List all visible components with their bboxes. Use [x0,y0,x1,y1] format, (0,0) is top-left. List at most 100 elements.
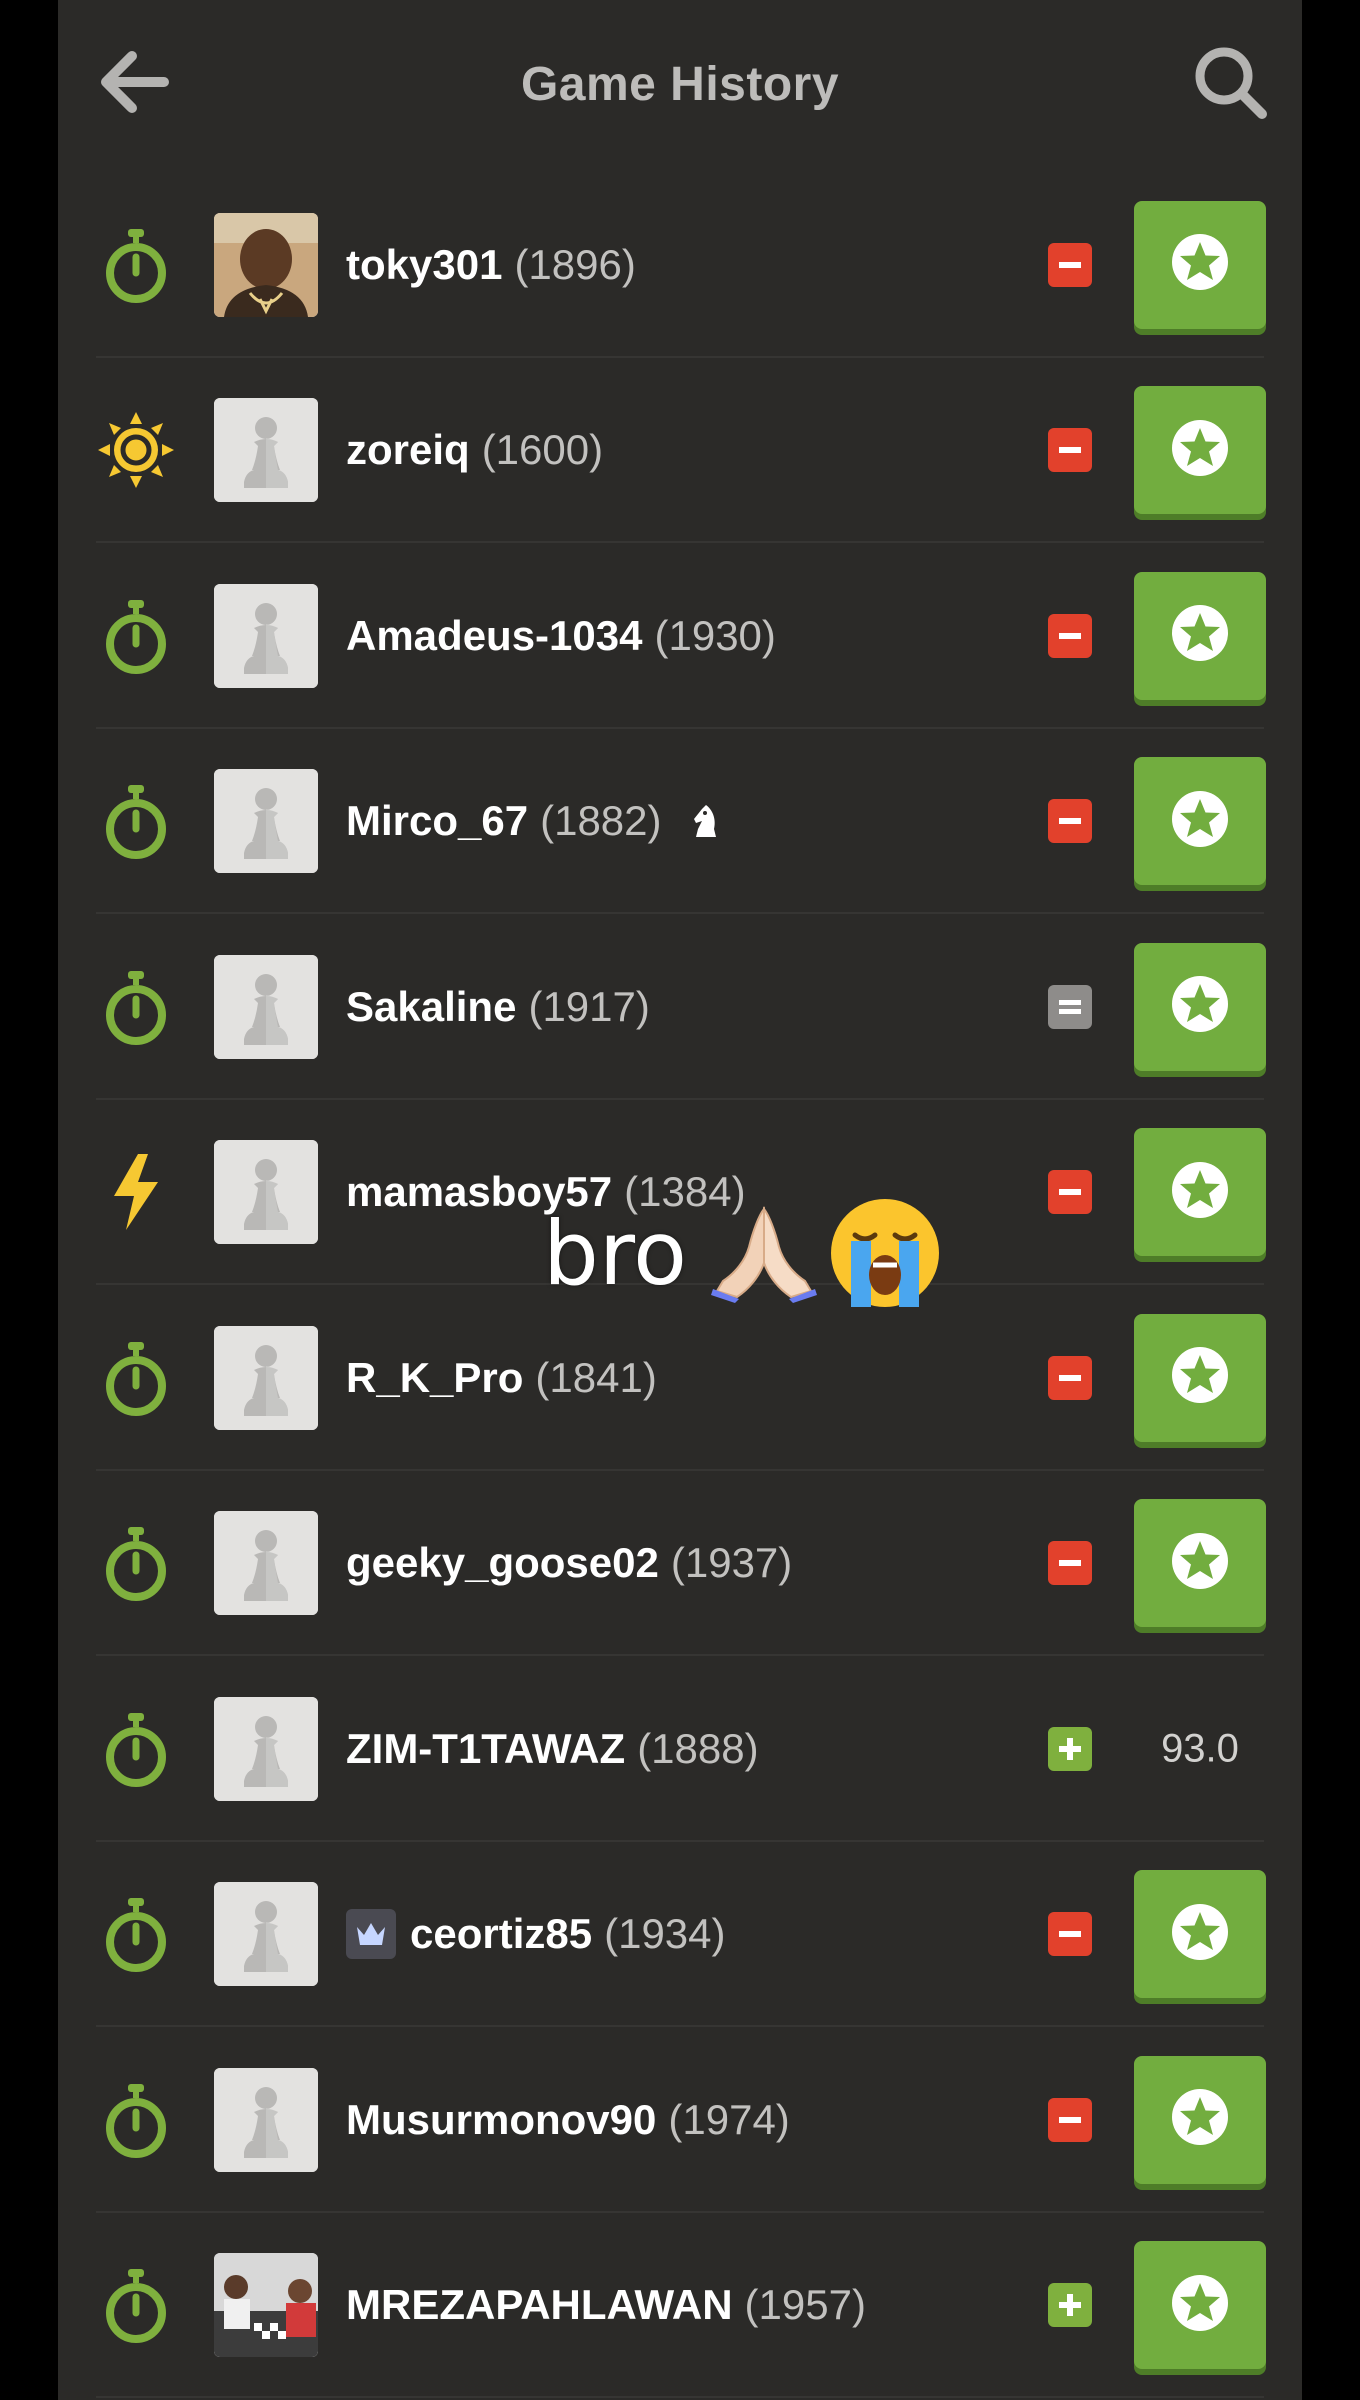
game-row[interactable]: Mirco_67 (1882) [58,729,1302,915]
avatar[interactable] [214,212,318,317]
username[interactable]: Amadeus-1034 [346,612,642,660]
loss-result-icon [1048,1170,1092,1215]
avatar[interactable] [214,398,318,503]
search-icon [1195,47,1267,119]
rating: (1957) [744,2281,866,2329]
avatar[interactable] [214,2253,318,2358]
username[interactable]: Musurmonov90 [346,2096,656,2144]
loss-result-icon [1048,1541,1092,1586]
analyze-button[interactable] [1134,200,1266,329]
loss-result-icon [1048,1912,1092,1957]
loss-result-icon [1048,2097,1092,2142]
username[interactable]: Mirco_67 [346,797,528,845]
rating: (1896) [514,240,636,288]
analyze-button[interactable] [1134,757,1266,886]
analyze-button[interactable] [1134,1128,1266,1257]
game-row[interactable]: MREZAPAHLAWAN (1957) [58,2213,1302,2399]
player-info: Amadeus-1034 (1930) [346,612,776,660]
star-icon [1169,231,1231,298]
game-history-screen: Game History toky301 (1896) zoreiq (1600) Am… [58,0,1302,2400]
rating: (1888) [637,1724,759,1772]
sun-icon [94,408,178,492]
star-icon [1169,417,1231,484]
player-info: toky301 (1896) [346,241,636,289]
player-info: MREZAPAHLAWAN (1957) [346,2281,866,2329]
player-info: R_K_Pro (1841) [346,1354,657,1402]
game-row[interactable]: zoreiq (1600) [58,358,1302,544]
stopwatch-icon [94,1336,178,1420]
analyze-button[interactable] [1134,1870,1266,1999]
avatar[interactable] [214,1140,318,1245]
arrow-left-icon [101,51,169,113]
stopwatch-icon [94,594,178,678]
knight-icon [686,801,724,841]
search-button[interactable] [1188,40,1272,124]
game-row[interactable]: ceortiz85 (1934) [58,1842,1302,2028]
stopwatch-icon [94,2078,178,2162]
star-icon [1169,2272,1231,2339]
player-info: Sakaline (1917) [346,983,650,1031]
star-icon [1169,1159,1231,1226]
player-info: ZIM-T1TAWAZ (1888) [346,1725,759,1773]
username[interactable]: Sakaline [346,983,516,1031]
analyze-button[interactable] [1134,2241,1266,2370]
back-button[interactable] [94,42,174,122]
star-icon [1169,2086,1231,2153]
stopwatch-icon [94,779,178,863]
stopwatch-icon [94,1521,178,1605]
rating: (1934) [604,1910,726,1958]
avatar[interactable] [214,2067,318,2172]
lightning-icon [94,1150,178,1234]
header: Game History [58,0,1302,168]
analyze-button[interactable] [1134,1499,1266,1628]
loss-result-icon [1048,428,1092,473]
rating: (1974) [668,2095,790,2143]
stopwatch-icon [94,223,178,307]
win-result-icon [1048,2283,1092,2328]
stopwatch-icon [94,1707,178,1791]
game-row[interactable]: Sakaline (1917) [58,914,1302,1100]
username[interactable]: zoreiq [346,426,470,474]
avatar[interactable] [214,769,318,874]
avatar[interactable] [214,1325,318,1430]
player-info: geeky_goose02 (1937) [346,1539,792,1587]
crown-icon [346,1909,396,1960]
rating: (1917) [528,982,650,1030]
username[interactable]: toky301 [346,241,502,289]
avatar[interactable] [214,583,318,688]
game-row[interactable]: Musurmonov90 (1974) [58,2027,1302,2213]
analyze-button[interactable] [1134,571,1266,700]
analyze-button[interactable] [1134,942,1266,1071]
game-row[interactable]: ZIM-T1TAWAZ (1888) 93.0 [58,1656,1302,1842]
win-result-icon [1048,1726,1092,1771]
star-icon [1169,602,1231,669]
username[interactable]: ceortiz85 [410,1910,592,1958]
player-info: zoreiq (1600) [346,426,603,474]
game-row[interactable]: toky301 (1896) [58,172,1302,358]
rating: (1930) [654,611,776,659]
game-row[interactable]: geeky_goose02 (1937) [58,1471,1302,1657]
rating: (1841) [535,1353,657,1401]
stopwatch-icon [94,2263,178,2347]
avatar[interactable] [214,1696,318,1801]
avatar[interactable] [214,1882,318,1987]
praying-hands-icon [710,1206,817,1303]
username[interactable]: ZIM-T1TAWAZ [346,1725,625,1773]
game-row[interactable]: R_K_Pro (1841) [58,1285,1302,1471]
page-title: Game History [520,57,840,111]
accuracy-score[interactable]: 93.0 [1134,1726,1266,1771]
avatar[interactable] [214,1511,318,1616]
analyze-button[interactable] [1134,2055,1266,2184]
username[interactable]: geeky_goose02 [346,1539,659,1587]
analyze-button[interactable] [1134,1313,1266,1442]
game-row[interactable]: Amadeus-1034 (1930) [58,543,1302,729]
star-icon [1169,973,1231,1040]
draw-result-icon [1048,984,1092,1029]
username[interactable]: R_K_Pro [346,1354,523,1402]
overlay-caption: bro [543,1195,943,1311]
avatar[interactable] [214,954,318,1059]
analyze-button[interactable] [1134,386,1266,515]
player-info: ceortiz85 (1934) [346,1909,726,1960]
username[interactable]: MREZAPAHLAWAN [346,2281,733,2329]
loss-result-icon [1048,1355,1092,1400]
